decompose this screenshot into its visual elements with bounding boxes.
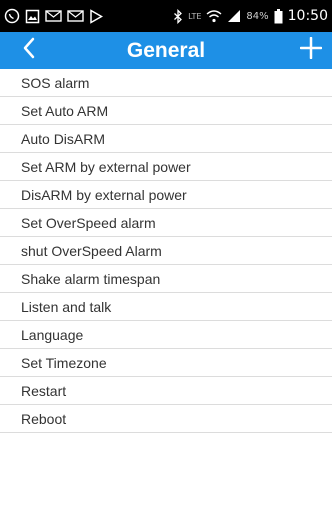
menu-item-set-auto-arm[interactable]: Set Auto ARM [0, 97, 332, 125]
back-button[interactable] [22, 36, 54, 65]
bluetooth-icon [173, 8, 183, 24]
settings-menu-list: SOS alarm Set Auto ARM Auto DisARM Set A… [0, 69, 332, 433]
image-icon [25, 9, 40, 24]
battery-icon [274, 8, 283, 24]
menu-item-restart[interactable]: Restart [0, 377, 332, 405]
menu-item-shut-overspeed-alarm[interactable]: shut OverSpeed Alarm [0, 237, 332, 265]
status-bar: LTE 84% 10:50 [0, 0, 332, 32]
play-store-icon [89, 8, 103, 24]
menu-item-set-timezone[interactable]: Set Timezone [0, 349, 332, 377]
menu-item-reboot[interactable]: Reboot [0, 405, 332, 433]
menu-item-listen-and-talk[interactable]: Listen and talk [0, 293, 332, 321]
add-button[interactable] [296, 36, 326, 65]
menu-item-disarm-by-external-power[interactable]: DisARM by external power [0, 181, 332, 209]
menu-item-sos-alarm[interactable]: SOS alarm [0, 69, 332, 97]
menu-item-set-overspeed-alarm[interactable]: Set OverSpeed alarm [0, 209, 332, 237]
menu-item-set-arm-by-external-power[interactable]: Set ARM by external power [0, 153, 332, 181]
app-header: General [0, 32, 332, 69]
email-icon [67, 9, 84, 23]
whatsapp-icon [4, 8, 20, 24]
menu-item-shake-alarm-timespan[interactable]: Shake alarm timespan [0, 265, 332, 293]
notification-icons [4, 8, 103, 24]
lte-label: LTE [188, 11, 202, 21]
lte-icon: LTE [188, 12, 201, 21]
menu-item-auto-disarm[interactable]: Auto DisARM [0, 125, 332, 153]
battery-percent: 84% [246, 10, 269, 22]
system-icons: LTE 84% 10:50 [173, 8, 328, 24]
menu-item-language[interactable]: Language [0, 321, 332, 349]
app-screen: LTE 84% 10:50 General SOS alarm Set Auto… [0, 0, 332, 527]
plus-icon [299, 36, 323, 64]
clock-time: 10:50 [287, 8, 328, 24]
signal-icon [227, 9, 241, 23]
chevron-left-icon [22, 37, 36, 64]
email-icon [45, 9, 62, 23]
wifi-icon [206, 9, 222, 23]
